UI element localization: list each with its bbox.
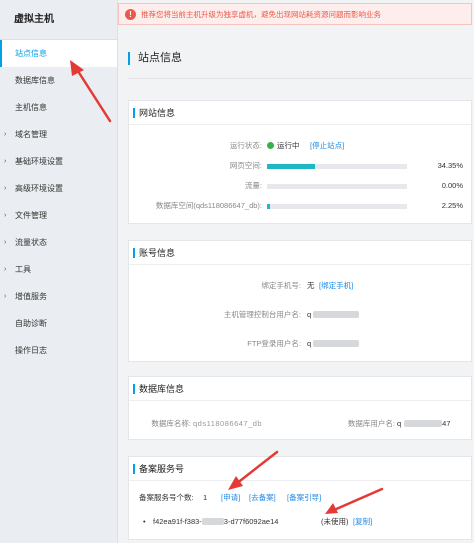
- web-space-progress: [267, 164, 407, 169]
- traffic-percent: 0.00%: [441, 181, 463, 190]
- console-user-label: 主机管理控制台用户名:: [223, 310, 301, 319]
- beian-guide-link[interactable]: [备案引导]: [287, 491, 321, 505]
- db-info-card: 数据库信息 数据库名称: qds118086647_db 数据库用户名: q 47: [128, 376, 472, 440]
- sidebar-item-label: 增值服务: [15, 292, 47, 301]
- sidebar-item-file-management[interactable]: › 文件管理: [0, 202, 117, 229]
- sidebar-item-label: 工具: [15, 265, 31, 274]
- sidebar-item-host-info[interactable]: 主机信息: [0, 94, 117, 121]
- sidebar-item-domain-management[interactable]: › 域名管理: [0, 121, 117, 148]
- sidebar-item-site-info[interactable]: 站点信息: [0, 40, 117, 67]
- chevron-right-icon: ›: [4, 185, 7, 192]
- chevron-right-icon: ›: [4, 131, 7, 138]
- notice-text: 推荐您将当前主机升级为独享虚机，避免出现网站耗资源问题而影响业务: [141, 9, 381, 19]
- status-label: 运行状态:: [229, 141, 262, 150]
- goto-beian-link[interactable]: [去备案]: [249, 491, 276, 505]
- running-status-icon: [267, 142, 274, 149]
- beian-code: f42ea91f-f383- 3-d77f6092ae14: [153, 517, 279, 526]
- sidebar: 虚拟主机 站点信息 数据库信息 主机信息 › 域名管理 › 基础环境设置 › 高级环境…: [0, 0, 118, 543]
- status-value: 运行中: [267, 139, 300, 153]
- account-info-header: 账号信息: [129, 241, 471, 265]
- sidebar-item-value-added[interactable]: › 增值服务: [0, 283, 117, 310]
- sidebar-item-self-diagnosis[interactable]: 自助诊断: [0, 310, 117, 337]
- db-info-header: 数据库信息: [129, 377, 471, 401]
- web-space-progress-fill: [267, 164, 316, 169]
- stop-site-link[interactable]: [停止站点]: [310, 139, 344, 153]
- phone-value: 无: [307, 281, 315, 290]
- sidebar-item-advanced-env[interactable]: › 高级环境设置: [0, 175, 117, 202]
- sidebar-title: 虚拟主机: [0, 0, 117, 40]
- db-space-progress-fill: [267, 204, 271, 209]
- copy-link[interactable]: [复制]: [353, 515, 372, 529]
- web-space-label: 网页空间:: [229, 161, 262, 170]
- sidebar-item-label: 文件管理: [15, 211, 47, 220]
- sidebar-item-basic-env[interactable]: › 基础环境设置: [0, 148, 117, 175]
- console-user-value: q: [307, 308, 360, 322]
- sidebar-item-database-info[interactable]: 数据库信息: [0, 67, 117, 94]
- sidebar-item-operation-log[interactable]: 操作日志: [0, 337, 117, 364]
- list-bullet: •: [143, 517, 146, 526]
- db-name-value: qds118086647_db: [193, 419, 263, 428]
- page-title: 站点信息: [128, 52, 182, 65]
- beian-code-item: • f42ea91f-f383- 3-d77f6092ae14 (未使用) [复制…: [143, 515, 473, 529]
- beian-header: 备案服务号: [129, 457, 471, 481]
- ftp-user-label: FTP登录用户名:: [247, 339, 301, 348]
- sidebar-item-label: 域名管理: [15, 130, 47, 139]
- chevron-right-icon: ›: [4, 212, 7, 219]
- chevron-right-icon: ›: [4, 239, 7, 246]
- site-info-card: 网站信息 运行状态: 运行中 [停止站点] 网页空间: 34.35% 流量: 0…: [128, 100, 472, 224]
- db-space-label: 数据库空间(qds118086647_db):: [155, 201, 262, 210]
- db-user-value: q 47: [397, 419, 451, 428]
- sidebar-item-label: 基础环境设置: [15, 157, 63, 166]
- traffic-progress: [267, 184, 407, 189]
- sidebar-item-label: 流量状态: [15, 238, 47, 247]
- beian-card: 备案服务号 备案服务号个数: 1 [申请] [去备案] [备案引导] • f42…: [128, 456, 472, 540]
- beian-count-label: 备案服务号个数:: [139, 493, 194, 502]
- db-space-progress: [267, 204, 407, 209]
- sidebar-item-label: 高级环境设置: [15, 184, 63, 193]
- warning-icon: !: [125, 8, 136, 20]
- chevron-right-icon: ›: [4, 266, 7, 273]
- chevron-right-icon: ›: [4, 158, 7, 165]
- web-space-percent: 34.35%: [437, 161, 463, 170]
- phone-label: 绑定手机号:: [261, 281, 301, 290]
- chevron-right-icon: ›: [4, 293, 7, 300]
- db-name-label: 数据库名称:: [151, 419, 191, 428]
- account-info-card: 账号信息 绑定手机号: 无 [绑定手机] 主机管理控制台用户名: q FTP登录…: [128, 240, 472, 362]
- upgrade-notice: ! 推荐您将当前主机升级为独享虚机，避免出现网站耗资源问题而影响业务: [118, 3, 472, 25]
- beian-code-status: (未使用): [321, 517, 349, 526]
- traffic-label: 流量:: [244, 181, 262, 190]
- sidebar-item-tools[interactable]: › 工具: [0, 256, 117, 283]
- ftp-user-value: q: [307, 337, 360, 351]
- db-user-label: 数据库用户名:: [347, 419, 395, 428]
- site-info-header: 网站信息: [129, 101, 471, 125]
- db-space-percent: 2.25%: [441, 201, 463, 210]
- beian-count-value: 1: [203, 493, 208, 502]
- bind-phone-link[interactable]: [绑定手机]: [319, 279, 353, 293]
- apply-link[interactable]: [申请]: [221, 491, 240, 505]
- sidebar-item-traffic-status[interactable]: › 流量状态: [0, 229, 117, 256]
- title-divider: [128, 78, 472, 79]
